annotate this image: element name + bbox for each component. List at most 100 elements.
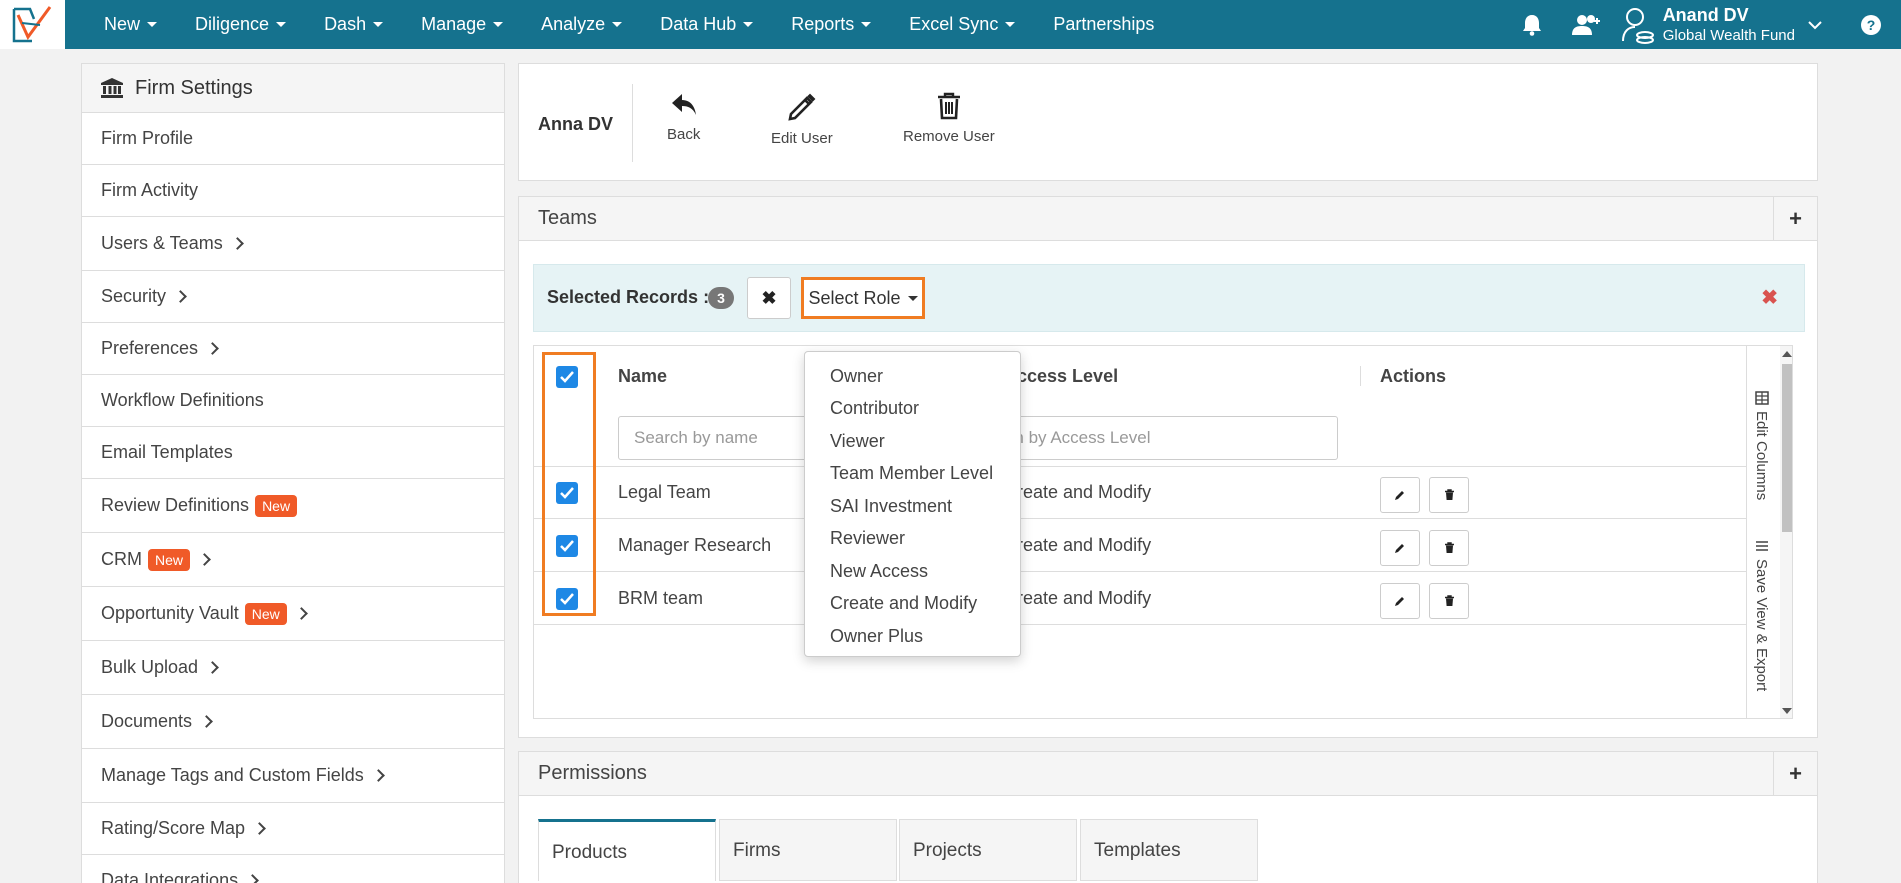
remove-user-label: Remove User: [903, 128, 995, 145]
sidebar-item-workflow-definitions[interactable]: Workflow Definitions: [82, 375, 504, 427]
nav-manage-label: Manage: [421, 14, 487, 34]
table-side-tools: Edit Columns Save View & Export: [1746, 346, 1780, 718]
nav-data-hub[interactable]: Data Hub: [641, 0, 772, 49]
sidebar-item-label: Email Templates: [101, 442, 233, 462]
table-row[interactable]: BRM team Create and Modify: [534, 573, 1746, 625]
nav-right: Anand DV Global Wealth Fund ?: [1507, 0, 1901, 49]
sidebar-item-manage-tags[interactable]: Manage Tags and Custom Fields: [82, 749, 504, 803]
main-menu: New Diligence Dash Manage Analyze Data H…: [85, 0, 1173, 49]
close-icon[interactable]: ✖: [1761, 285, 1778, 310]
edit-user-button[interactable]: Edit User: [771, 92, 833, 147]
bell-icon[interactable]: [1520, 13, 1544, 37]
remove-user-button[interactable]: Remove User: [903, 92, 995, 145]
nav-excel-sync[interactable]: Excel Sync: [890, 0, 1034, 49]
nav-manage[interactable]: Manage: [402, 0, 522, 49]
tab-firms[interactable]: Firms: [719, 819, 897, 881]
save-view-export-button[interactable]: Save View & Export: [1753, 539, 1770, 691]
caret-down-icon: [373, 22, 384, 27]
table-scrollbar[interactable]: [1780, 346, 1792, 718]
sidebar-item-email-templates[interactable]: Email Templates: [82, 427, 504, 479]
tab-templates[interactable]: Templates: [1080, 819, 1258, 881]
scroll-up-icon[interactable]: [1782, 351, 1792, 357]
table-row[interactable]: Legal Team Create and Modify: [534, 467, 1746, 519]
column-header-name[interactable]: Name: [618, 366, 667, 387]
nav-diligence[interactable]: Diligence: [176, 0, 305, 49]
scroll-down-icon[interactable]: [1782, 708, 1792, 714]
pencil-icon: [1395, 597, 1404, 606]
sidebar-item-label: Bulk Upload: [101, 657, 199, 677]
row-checkbox[interactable]: [556, 535, 578, 557]
nav-new[interactable]: New: [85, 0, 176, 49]
nav-partnerships[interactable]: Partnerships: [1034, 0, 1173, 49]
add-team-button[interactable]: +: [1773, 197, 1817, 241]
sidebar-item-bulk-upload[interactable]: Bulk Upload: [82, 641, 504, 695]
nav-reports[interactable]: Reports: [772, 0, 890, 49]
role-option-new-access[interactable]: New Access: [805, 555, 1020, 588]
role-option-team-member-level[interactable]: Team Member Level: [805, 458, 1020, 491]
sidebar-item-firm-activity[interactable]: Firm Activity: [82, 165, 504, 217]
user-detail-panel: Anna DV Back Edit User Remove User: [518, 63, 1818, 181]
edit-row-button[interactable]: [1380, 477, 1420, 513]
role-option-owner[interactable]: Owner: [805, 360, 1020, 393]
tab-products[interactable]: Products: [538, 819, 716, 881]
sidebar-item-preferences[interactable]: Preferences: [82, 323, 504, 375]
chevron-right-icon: [230, 237, 244, 250]
nav-analyze[interactable]: Analyze: [522, 0, 641, 49]
save-view-label: Save View & Export: [1753, 559, 1770, 692]
role-option-owner-plus[interactable]: Owner Plus: [805, 620, 1020, 653]
sidebar-item-label: Workflow Definitions: [101, 390, 264, 410]
svg-text:?: ?: [1867, 17, 1876, 33]
row-checkbox[interactable]: [556, 588, 578, 610]
help-icon[interactable]: ?: [1859, 13, 1883, 37]
app-logo[interactable]: [0, 0, 65, 49]
select-all-checkbox[interactable]: [556, 366, 578, 388]
sidebar-item-label: Data Integrations: [101, 870, 239, 883]
sidebar-item-documents[interactable]: Documents: [82, 695, 504, 749]
trash-icon: [1444, 489, 1454, 500]
caret-down-icon: [612, 22, 623, 27]
sidebar-item-crm[interactable]: CRM New: [82, 533, 504, 587]
sidebar-item-security[interactable]: Security: [82, 271, 504, 323]
sidebar-item-label: Documents: [101, 711, 193, 731]
role-option-reviewer[interactable]: Reviewer: [805, 523, 1020, 556]
sidebar-item-review-definitions[interactable]: Review Definitions New: [82, 479, 504, 533]
role-option-create-modify[interactable]: Create and Modify: [805, 588, 1020, 621]
team-access: Create and Modify: [1004, 482, 1152, 502]
sidebar-item-label: Firm Profile: [101, 128, 194, 148]
nav-dash[interactable]: Dash: [305, 0, 402, 49]
select-role-dropdown[interactable]: Select Role: [801, 277, 925, 319]
team-name: Legal Team: [618, 482, 711, 502]
edit-columns-label: Edit Columns: [1753, 411, 1770, 501]
user-menu[interactable]: Anand DV Global Wealth Fund: [1621, 5, 1823, 45]
sidebar-item-opportunity-vault[interactable]: Opportunity Vault New: [82, 587, 504, 641]
sidebar-item-users-teams[interactable]: Users & Teams: [82, 217, 504, 271]
sidebar-item-label: CRM: [101, 549, 142, 569]
delete-row-button[interactable]: [1429, 477, 1469, 513]
sidebar-item-rating-score-map[interactable]: Rating/Score Map: [82, 803, 504, 855]
sidebar-item-firm-profile[interactable]: Firm Profile: [82, 113, 504, 165]
scroll-thumb[interactable]: [1782, 364, 1792, 532]
delete-row-button[interactable]: [1429, 583, 1469, 619]
edit-row-button[interactable]: [1380, 530, 1420, 566]
role-option-contributor[interactable]: Contributor: [805, 393, 1020, 426]
edit-row-button[interactable]: [1380, 583, 1420, 619]
clear-selection-button[interactable]: ✖: [747, 277, 791, 319]
sidebar-item-label: Rating/Score Map: [101, 818, 246, 838]
sidebar-item-label: Review Definitions: [101, 495, 250, 515]
sidebar-item-data-integrations[interactable]: Data Integrations: [82, 855, 504, 883]
back-button[interactable]: Back: [667, 92, 700, 143]
tab-projects[interactable]: Projects: [899, 819, 1077, 881]
team-access: Create and Modify: [1004, 535, 1152, 555]
row-checkbox[interactable]: [556, 482, 578, 504]
edit-columns-button[interactable]: Edit Columns: [1753, 391, 1770, 500]
users-add-icon[interactable]: [1570, 13, 1600, 37]
table-row[interactable]: Manager Research Create and Modify: [534, 520, 1746, 572]
role-option-viewer[interactable]: Viewer: [805, 425, 1020, 458]
delete-row-button[interactable]: [1429, 530, 1469, 566]
role-option-sai-investment[interactable]: SAI Investment: [805, 490, 1020, 523]
add-permission-button[interactable]: +: [1773, 752, 1817, 796]
column-header-access[interactable]: Access Level: [1004, 366, 1118, 387]
trash-icon: [937, 92, 960, 120]
caret-down-icon: [743, 22, 754, 27]
chevron-right-icon: [206, 661, 219, 674]
